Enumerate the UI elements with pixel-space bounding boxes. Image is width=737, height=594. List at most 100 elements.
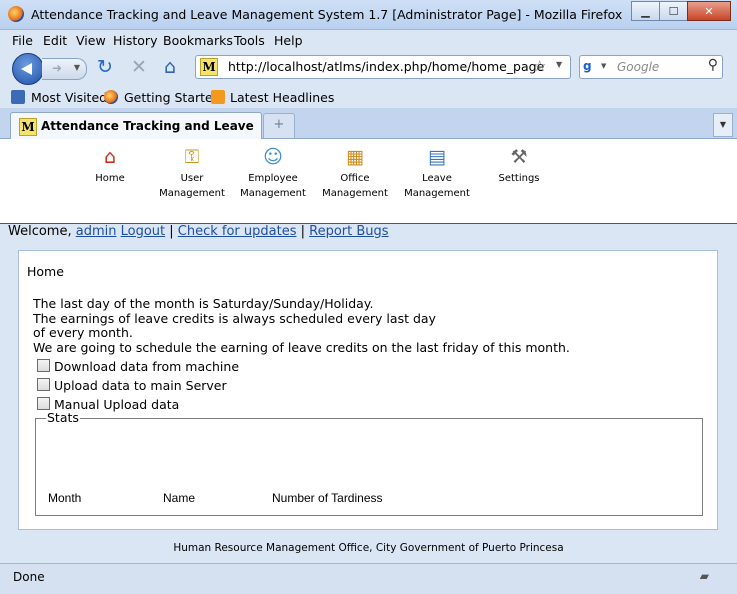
notice-line: of every month. (33, 325, 133, 340)
status-addon-icon: ▰ (699, 569, 709, 583)
most-visited-icon (11, 90, 25, 104)
toolbar-employee-management[interactable]: ☺ Employee Management (238, 145, 308, 201)
search-box[interactable]: g ▼ Google ⚲ (579, 55, 723, 79)
tab-title: Attendance Tracking and Leave Man... (41, 119, 255, 133)
bookmark-getting-started[interactable]: Getting Started (124, 90, 221, 105)
logout-link[interactable]: Logout (121, 224, 166, 239)
firefox-icon (8, 6, 24, 22)
address-bar[interactable]: M http://localhost/atlms/index.php/home/… (195, 55, 571, 79)
toolbar-employee-label-2: Management (240, 188, 306, 199)
users-key-icon: ⚿ (184, 146, 200, 168)
close-button[interactable]: ✕ (687, 1, 731, 21)
schedule-notice: The last day of the month is Saturday/Su… (33, 296, 570, 355)
toolbar-user-label-2: Management (159, 188, 225, 199)
back-button[interactable] (12, 53, 44, 85)
menu-bookmarks[interactable]: Bookmarks (163, 33, 233, 48)
toolbar-office-label-2: Management (322, 188, 388, 199)
search-input[interactable]: Google (617, 60, 659, 74)
column-header-name: Name (163, 491, 196, 505)
new-tab-button[interactable]: + (263, 113, 295, 138)
check-updates-link[interactable]: Check for updates (178, 224, 297, 239)
admin-link[interactable]: admin (76, 224, 117, 239)
url-text[interactable]: http://localhost/atlms/index.php/home/ho… (228, 59, 544, 74)
history-dropdown-icon[interactable]: ▼ (74, 63, 80, 72)
toolbar-leave-label-2: Management (404, 188, 470, 199)
employees-icon: ☺ (263, 146, 283, 168)
rss-feed-icon (211, 90, 225, 104)
bookmark-star-icon[interactable]: ☆ (533, 57, 546, 75)
window-title: Attendance Tracking and Leave Management… (31, 7, 623, 22)
home-panel: Home The last day of the month is Saturd… (18, 250, 718, 530)
checkbox-label: Upload data to main Server (54, 378, 227, 393)
tab-active[interactable]: M Attendance Tracking and Leave Man... (10, 112, 262, 139)
search-icon[interactable]: ⚲ (708, 57, 718, 73)
bookmarks-toolbar: Most Visited Getting Started Latest Head… (0, 86, 737, 108)
toolbar-office-management[interactable]: ▦ Office Management (320, 145, 390, 201)
firefox-bookmark-icon (104, 90, 118, 104)
welcome-bar: Welcome, admin Logout | Check for update… (8, 224, 389, 239)
tab-list-dropdown-icon[interactable]: ▼ (713, 113, 733, 137)
menu-history[interactable]: History (113, 33, 157, 48)
column-header-month: Month (48, 491, 82, 505)
checkbox-box[interactable] (37, 359, 50, 372)
tab-favicon-icon: M (19, 118, 37, 136)
menu-tools[interactable]: Tools (234, 33, 265, 48)
calendar-icon: ▤ (428, 146, 446, 168)
status-bar: Done ▰ (0, 563, 737, 594)
page-title: Home (27, 264, 64, 279)
menu-file[interactable]: File (12, 33, 33, 48)
hammer-icon: ⚒ (510, 146, 528, 168)
stop-icon[interactable]: ✕ (131, 57, 147, 77)
menu-edit[interactable]: Edit (43, 33, 67, 48)
app-toolbar: ⌂ Home ⚿ User Management ☺ Employee Mana… (0, 139, 737, 224)
bookmark-most-visited[interactable]: Most Visited (31, 90, 107, 105)
toolbar-user-management[interactable]: ⚿ User Management (157, 145, 227, 201)
menu-help[interactable]: Help (274, 33, 303, 48)
window-controls: ▁ ☐ ✕ (631, 1, 731, 21)
page-content: ⌂ Home ⚿ User Management ☺ Employee Mana… (0, 139, 737, 563)
menu-bar: File Edit View History Bookmarks Tools H… (0, 30, 737, 50)
stats-legend: Stats (46, 410, 80, 425)
toolbar-leave-management[interactable]: ▤ Leave Management (402, 145, 472, 201)
google-icon[interactable]: g (583, 59, 598, 74)
site-favicon-icon: M (200, 58, 218, 76)
notice-line: We are going to schedule the earning of … (33, 339, 570, 355)
upload-data-checkbox[interactable]: Upload data to main Server (37, 378, 227, 393)
report-bugs-link[interactable]: Report Bugs (309, 224, 388, 239)
bookmark-latest-headlines[interactable]: Latest Headlines (230, 90, 334, 105)
toolbar-settings[interactable]: ⚒ Settings (494, 145, 544, 186)
checkbox-box[interactable] (37, 378, 50, 391)
checkbox-label: Download data from machine (54, 359, 240, 374)
welcome-text: Welcome, (8, 224, 76, 239)
notice-line: The earnings of leave credits is always … (33, 310, 436, 326)
search-engine-dropdown-icon[interactable]: ▼ (601, 62, 606, 70)
toolbar-employee-label-1: Employee (248, 173, 298, 184)
page-footer: Human Resource Management Office, City G… (173, 542, 564, 554)
reload-icon[interactable]: ↻ (97, 57, 113, 77)
maximize-button[interactable]: ☐ (659, 1, 688, 21)
toolbar-home-label: Home (95, 173, 125, 184)
notice-line: The last day of the month is Saturday/Su… (33, 296, 374, 311)
status-text: Done (13, 570, 45, 584)
forward-arrow-icon: ➜ (52, 61, 63, 75)
main-area: Welcome, admin Logout | Check for update… (0, 224, 737, 563)
menu-view[interactable]: View (76, 33, 106, 48)
tab-bar: M Attendance Tracking and Leave Man... +… (0, 108, 737, 139)
office-icon: ▦ (346, 146, 364, 168)
toolbar-settings-label: Settings (498, 173, 540, 184)
toolbar-home[interactable]: ⌂ Home (92, 145, 128, 186)
checkbox-box[interactable] (37, 397, 50, 410)
house-icon: ⌂ (103, 146, 117, 168)
url-dropdown-icon[interactable]: ▼ (556, 60, 562, 69)
minimize-button[interactable]: ▁ (631, 1, 660, 21)
title-bar: Attendance Tracking and Leave Management… (0, 0, 737, 30)
forward-button[interactable]: ➜ ▼ (42, 58, 87, 80)
toolbar-user-label-1: User (180, 173, 204, 184)
separator: | (165, 224, 178, 239)
separator: | (296, 224, 310, 239)
home-icon[interactable]: ⌂ (164, 57, 176, 77)
column-header-tardiness: Number of Tardiness (272, 491, 383, 505)
stats-fieldset: Stats Month Name Number of Tardiness (35, 410, 703, 516)
toolbar-office-label-1: Office (340, 173, 370, 184)
download-data-checkbox[interactable]: Download data from machine (37, 359, 239, 374)
